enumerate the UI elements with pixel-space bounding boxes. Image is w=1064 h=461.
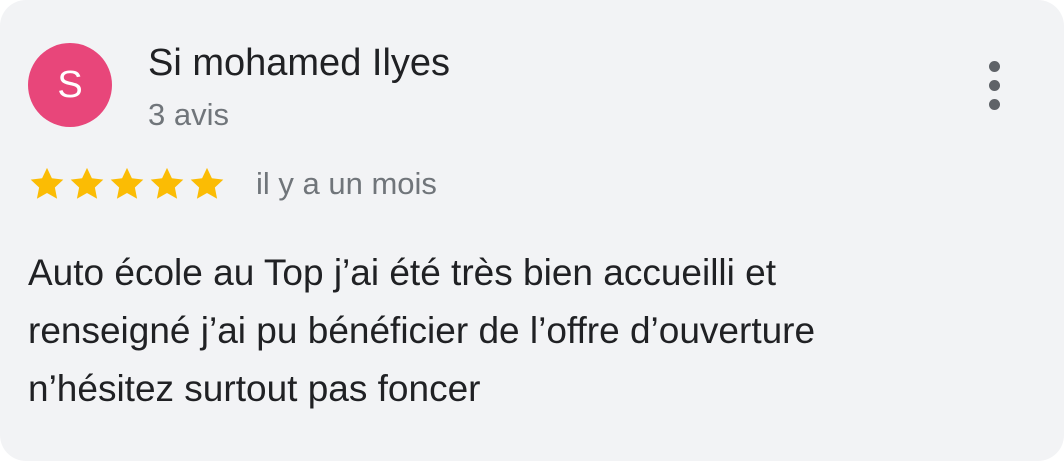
star-icon: [190, 167, 224, 199]
review-text-line: Auto école au Top j’ai été très bien acc…: [28, 252, 777, 293]
star-icon: [110, 167, 144, 199]
more-options-button[interactable]: [970, 52, 1018, 118]
author-review-count: 3 avis: [148, 97, 229, 132]
author-name[interactable]: Si mohamed Ilyes: [148, 40, 450, 86]
review-text: Auto école au Top j’ai été très bien acc…: [28, 244, 1028, 418]
star-icon: [70, 167, 104, 199]
review-text-line: n’hésitez surtout pas foncer: [28, 368, 481, 409]
review-text-line: renseigné j’ai pu bénéficier de l’offre …: [28, 310, 816, 351]
star-icon: [150, 167, 184, 199]
avatar-initial: S: [57, 64, 83, 106]
avatar[interactable]: S: [28, 43, 112, 127]
more-vertical-icon: [988, 60, 1000, 110]
review-timestamp: il y a un mois: [256, 166, 437, 201]
star-icon: [30, 167, 64, 199]
rating-row: il y a un mois: [28, 162, 437, 206]
review-card: S Si mohamed Ilyes 3 avis il y a un mois…: [0, 0, 1064, 461]
star-rating: [28, 165, 226, 203]
